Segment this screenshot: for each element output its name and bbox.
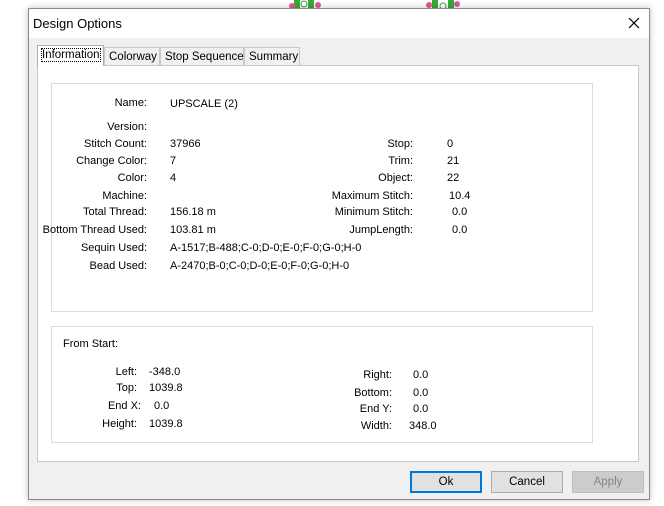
close-button[interactable] [619,9,649,38]
close-icon [628,17,640,29]
name-value: UPSCALE (2) [170,98,238,110]
version-label: Version: [107,121,147,133]
from-start-heading: From Start: [63,338,119,350]
tab-summary-label: Summary [249,51,299,63]
minimum-stitch-value: 0.0 [452,206,468,218]
total-thread-label: Total Thread: [82,206,147,218]
bottom-thread-value: 103.81 m [170,224,216,236]
tab-stop-sequence-label: Stop Sequence [165,51,244,63]
width-value: 348.0 [409,420,437,432]
name-label: Name: [114,97,147,109]
end-y-value: 0.0 [413,403,429,415]
trim-label: Trim: [388,155,413,167]
minimum-stitch-label: Minimum Stitch: [334,206,413,218]
cancel-button[interactable]: Cancel [491,471,563,493]
dialog-title: Design Options [33,16,122,31]
stop-label: Stop: [387,138,413,150]
sequin-used-value: A-1517;B-488;C-0;D-0;E-0;F-0;G-0;H-0 [170,242,362,254]
design-options-dialog: Design Options Information Colorway Stop… [28,8,650,500]
tab-colorway-label: Colorway [109,51,157,63]
end-x-label: End X: [107,400,141,412]
color-value: 4 [170,172,177,184]
height-label: Height: [102,418,137,430]
object-label: Object: [378,172,413,184]
bead-used-label: Bead Used: [89,260,147,272]
total-thread-value: 156.18 m [170,206,216,218]
height-value: 1039.8 [149,418,183,430]
top-label: Top: [116,382,137,394]
stitch-count-value: 37966 [170,138,201,150]
ok-button[interactable]: Ok [410,471,482,493]
title-bar: Design Options [29,9,649,38]
left-label: Left: [115,366,137,378]
stitch-count-label: Stitch Count: [84,138,147,150]
tab-colorway[interactable]: Colorway [104,47,160,65]
bottom-thread-label: Bottom Thread Used: [42,224,147,236]
maximum-stitch-value: 10.4 [449,190,471,202]
stop-value: 0 [447,138,454,150]
sequin-used-label: Sequin Used: [80,242,147,254]
tab-information-label: Information [41,48,101,62]
end-x-value: 0.0 [154,400,170,412]
machine-label: Machine: [102,190,147,202]
end-y-label: End Y: [359,403,392,415]
design-info-panel: Name: UPSCALE (2) Version: Stitch Count:… [43,83,593,312]
trim-value: 21 [447,155,460,167]
tab-information[interactable]: Information [37,45,104,66]
width-label: Width: [360,420,392,432]
right-label: Right: [363,369,392,381]
bottom-label: Bottom: [354,387,392,399]
tab-stop-sequence[interactable]: Stop Sequence [160,47,244,65]
bottom-value: 0.0 [413,387,429,399]
color-label: Color: [117,172,147,184]
from-start-panel: From Start: Left: -348.0 Top: 1039.8 End… [51,326,593,443]
tab-summary[interactable]: Summary [244,47,300,65]
right-value: 0.0 [413,369,429,381]
jump-length-value: 0.0 [452,224,468,236]
change-color-label: Change Color: [76,155,147,167]
maximum-stitch-label: Maximum Stitch: [331,190,413,202]
top-value: 1039.8 [149,382,183,394]
jump-length-label: JumpLength: [349,224,413,236]
left-value: -348.0 [149,366,181,378]
apply-button[interactable]: Apply [572,471,644,493]
change-color-value: 7 [170,155,177,167]
information-tab-page: Name: UPSCALE (2) Version: Stitch Count:… [37,65,639,462]
bead-used-value: A-2470;B-0;C-0;D-0;E-0;F-0;G-0;H-0 [170,260,350,272]
object-value: 22 [447,172,460,184]
